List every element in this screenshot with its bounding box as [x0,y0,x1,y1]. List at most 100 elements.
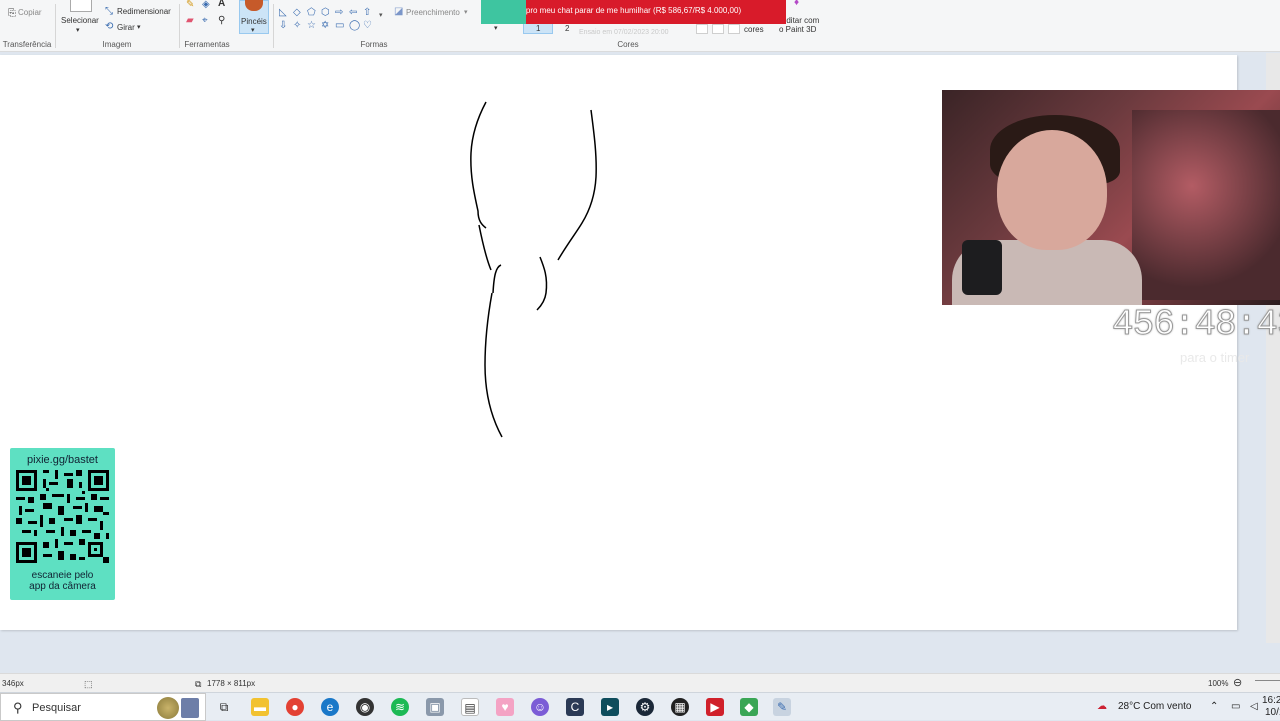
star4-shape-icon[interactable]: ✧ [293,20,301,31]
line-shape-icon[interactable]: ◺ [279,7,287,18]
shapes-scroll-icon[interactable]: ▾ [379,11,383,19]
rotate-button[interactable]: Girar [117,23,135,32]
pentagon-shape-icon[interactable]: ⬠ [307,7,316,18]
file-explorer-icon[interactable]: ▬ [251,698,269,716]
palette-swatch[interactable] [696,24,708,34]
edge-icon[interactable]: e [321,698,339,716]
taskbar: ⚲ Pesquisar ⧉ ▬ ● e ◉ ≋ ▣ ▤ ♥ ☺ C ▸ ⚙ ▦ … [0,692,1280,721]
canvas-size-icon: ⧉ [195,679,202,689]
shapes-gallery[interactable]: ◺ ◇ ⬠ ⬡ ⇨ ⇦ ⇧ ⇩ ✧ ☆ ✡ ▭ ◯ ♡ ▾ [279,2,387,32]
fill-bucket-icon[interactable]: ◪ [394,7,403,17]
resize-icon[interactable]: ⤡ [105,7,113,17]
zoom-slider[interactable] [1255,680,1280,681]
weather-text[interactable]: 28°C Com vento [1118,701,1191,712]
chevron-up-icon[interactable]: ⌃ [1210,701,1218,712]
star5-shape-icon[interactable]: ☆ [307,20,316,31]
colors-group-label: Cores [617,40,639,49]
chrome-icon[interactable]: ● [286,698,304,716]
stream-timer: 456:48:43 [1111,304,1280,346]
clock-date[interactable]: 10/12/2 [1265,707,1280,718]
copy-icon[interactable]: ⎘ [8,9,16,19]
paint3d-label-line2: o Paint 3D [779,25,817,34]
heart-shape-icon[interactable]: ♡ [363,20,372,31]
brush-icon [245,0,263,11]
qr-code [16,470,109,563]
app-icon[interactable]: ◆ [740,698,758,716]
sketch-stroke [478,224,492,271]
rotate-dropdown-icon[interactable]: ▾ [137,23,141,31]
network-icon[interactable]: ▭ [1231,701,1240,712]
obs-icon[interactable]: ◉ [356,698,374,716]
donation-goal-bar: pro meu chat parar de me humilhar (R$ 58… [481,0,786,24]
resize-button[interactable]: Redimensionar [117,7,171,16]
text-icon[interactable]: A [218,0,225,9]
zoom-out-icon[interactable]: ⊖ [1233,676,1242,689]
sketch-stroke [484,292,503,438]
colors-dropdown-icon[interactable]: ▾ [494,24,498,32]
status-bar: 346px ⬚ ⧉ 1778 × 811px 100% ⊖ [0,673,1280,692]
taskbar-search[interactable]: ⚲ Pesquisar [0,693,206,721]
arrow-left-shape-icon[interactable]: ⇦ [349,7,357,18]
select-icon[interactable] [70,0,92,12]
sketch-stroke [557,109,597,261]
star6-shape-icon[interactable]: ✡ [321,20,329,31]
weather-icon: ☁ [1097,701,1107,712]
app-icon[interactable]: ▣ [426,698,444,716]
arrow-up-shape-icon[interactable]: ⇧ [363,7,371,18]
qr-card-caption: escaneie pelo app da câmera [10,570,115,592]
paint-icon[interactable]: ✎ [773,698,791,716]
webcam-overlay [942,90,1280,305]
arrow-right-shape-icon[interactable]: ⇨ [335,7,343,18]
select-dropdown-icon[interactable]: ▾ [76,26,80,34]
sketch-stroke [492,264,502,294]
diamond-shape-icon[interactable]: ◇ [293,7,301,18]
color-picker-icon[interactable]: ⌖ [202,16,208,26]
microphone [962,240,1002,295]
streamer-face [997,130,1107,250]
app-icon[interactable]: ▦ [671,698,689,716]
qr-donation-card: pixie.gg/bastet escaneie pelo app da câm… [10,448,115,600]
brushes-label: Pincéis [241,17,267,26]
task-view-icon[interactable]: ⧉ [215,698,233,716]
qr-caption-line1: escaneie pelo [31,570,94,581]
arrow-down-shape-icon[interactable]: ⇩ [279,20,287,31]
copy-button[interactable]: Copiar [18,8,42,17]
search-icon: ⚲ [13,700,23,715]
app-icon[interactable]: ♥ [496,698,514,716]
clock-time[interactable]: 16:25 [1262,695,1280,706]
rotate-icon[interactable]: ⟲ [105,22,113,32]
selection-icon: ⬚ [84,679,93,689]
app-icon[interactable]: C [566,698,584,716]
fill-button[interactable]: Preenchimento [406,8,460,17]
timer-caption: para o timer [1180,350,1250,365]
tools-group: ✎ ◈ A ▰ ⌖ ⚲ Ferramentas [180,0,234,52]
shapes-group: ◺ ◇ ⬠ ⬡ ⇨ ⇦ ⇧ ⇩ ✧ ☆ ✡ ▭ ◯ ♡ ▾ ◪ Preenchi… [274,0,474,52]
qr-caption-line2: app da câmera [29,581,96,592]
fill-icon[interactable]: ◈ [202,0,210,10]
callout-rect-shape-icon[interactable]: ▭ [335,20,344,31]
tools-group-label: Ferramentas [184,40,230,49]
paint3d-label-line1: Editar com [781,16,820,25]
callout-oval-shape-icon[interactable]: ◯ [349,20,360,31]
select-button[interactable]: Selecionar [61,16,99,25]
image-group: Selecionar ▾ ⤡ Redimensionar ⟲ Girar ▾ I… [56,0,178,52]
fill-dropdown-icon[interactable]: ▾ [464,8,468,16]
eraser-icon[interactable]: ▰ [186,16,194,26]
terminal-icon[interactable]: ▸ [601,698,619,716]
palette-swatch[interactable] [728,24,740,34]
image-group-label: Imagem [102,40,132,49]
discord-icon[interactable]: ☺ [531,698,549,716]
pencil-icon[interactable]: ✎ [186,0,194,10]
palette-swatch[interactable] [712,24,724,34]
notepad-icon[interactable]: ▤ [461,698,479,716]
volume-icon[interactable]: ◁ [1250,701,1258,712]
hexagon-shape-icon[interactable]: ⬡ [321,7,330,18]
color-palette [520,24,770,36]
sketch-stroke [470,101,487,229]
youtube-icon[interactable]: ▶ [706,698,724,716]
brushes-dropdown-icon: ▾ [251,27,255,34]
spotify-icon[interactable]: ≋ [391,698,409,716]
brushes-button[interactable]: Pincéis ▾ [239,0,269,34]
steam-icon[interactable]: ⚙ [636,698,654,716]
magnifier-icon[interactable]: ⚲ [218,16,225,26]
